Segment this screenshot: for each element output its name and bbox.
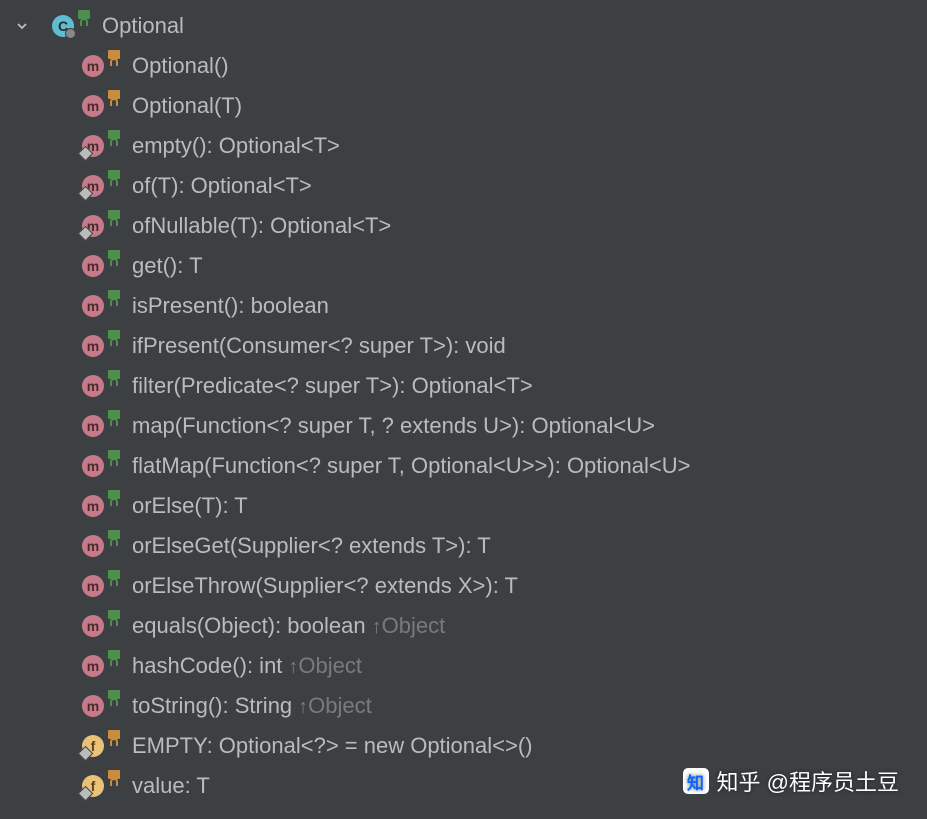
tree-root-row[interactable]: C Optional — [0, 6, 927, 46]
method-icon: m — [82, 255, 104, 277]
class-name: Optional — [102, 13, 184, 39]
member-signature: orElseThrow(Supplier<? extends X>): T — [132, 573, 518, 599]
method-icon: m — [82, 415, 104, 437]
member-signature: map(Function<? super T, ? extends U>): O… — [132, 413, 655, 439]
member-row[interactable]: m Optional(T) — [0, 86, 927, 126]
method-icon: m — [82, 575, 104, 597]
member-row[interactable]: m map(Function<? super T, ? extends U>): … — [0, 406, 927, 446]
member-signature: empty(): Optional<T> — [132, 133, 340, 159]
lock-icon — [108, 579, 120, 593]
member-signature: orElse(T): T — [132, 493, 248, 519]
field-icon: f — [82, 735, 104, 757]
member-row[interactable]: m get(): T — [0, 246, 927, 286]
inherited-from: ↑Object — [288, 653, 362, 679]
chevron-down-icon[interactable] — [14, 18, 30, 34]
member-signature: orElseGet(Supplier<? extends T>): T — [132, 533, 491, 559]
method-icon: m — [82, 455, 104, 477]
member-row[interactable]: m filter(Predicate<? super T>): Optional<… — [0, 366, 927, 406]
method-icon: m — [82, 695, 104, 717]
member-signature: EMPTY: Optional<?> = new Optional<>() — [132, 733, 533, 759]
method-icon: m — [82, 375, 104, 397]
member-signature: Optional() — [132, 53, 229, 79]
lock-icon — [108, 379, 120, 393]
member-row[interactable]: m Optional() — [0, 46, 927, 86]
member-row[interactable]: m ofNullable(T): Optional<T> — [0, 206, 927, 246]
member-row[interactable]: m orElse(T): T — [0, 486, 927, 526]
member-signature: ifPresent(Consumer<? super T>): void — [132, 333, 506, 359]
lock-icon — [108, 99, 120, 113]
watermark: 知 知乎 @程序员土豆 — [683, 765, 899, 797]
member-signature: isPresent(): boolean — [132, 293, 329, 319]
lock-icon — [108, 299, 120, 313]
method-icon: m — [82, 655, 104, 677]
member-signature: ofNullable(T): Optional<T> — [132, 213, 391, 239]
lock-icon — [108, 219, 120, 233]
member-row[interactable]: m equals(Object): boolean↑Object — [0, 606, 927, 646]
method-icon: m — [82, 215, 104, 237]
lock-icon — [108, 139, 120, 153]
class-icon: C — [52, 15, 74, 37]
member-signature: hashCode(): int — [132, 653, 282, 679]
member-signature: Optional(T) — [132, 93, 242, 119]
lock-icon — [108, 779, 120, 793]
lock-icon — [108, 499, 120, 513]
member-row[interactable]: m flatMap(Function<? super T, Optional<U>… — [0, 446, 927, 486]
lock-icon — [108, 539, 120, 553]
lock-icon — [108, 459, 120, 473]
member-signature: filter(Predicate<? super T>): Optional<T… — [132, 373, 533, 399]
lock-icon — [108, 739, 120, 753]
lock-icon — [108, 259, 120, 273]
lock-icon — [108, 659, 120, 673]
method-icon: m — [82, 615, 104, 637]
member-row[interactable]: m hashCode(): int↑Object — [0, 646, 927, 686]
structure-tree: C Optional m Optional() m Optional(T) m empty… — [0, 0, 927, 806]
lock-icon — [108, 59, 120, 73]
method-icon: m — [82, 175, 104, 197]
method-icon: m — [82, 55, 104, 77]
method-icon: m — [82, 495, 104, 517]
zhihu-logo-icon: 知 — [683, 768, 709, 794]
member-row[interactable]: m ifPresent(Consumer<? super T>): void — [0, 326, 927, 366]
lock-icon — [108, 339, 120, 353]
member-row[interactable]: m empty(): Optional<T> — [0, 126, 927, 166]
member-signature: get(): T — [132, 253, 203, 279]
lock-icon — [78, 19, 90, 33]
member-row[interactable]: m of(T): Optional<T> — [0, 166, 927, 206]
method-icon: m — [82, 335, 104, 357]
member-signature: value: T — [132, 773, 210, 799]
member-signature: flatMap(Function<? super T, Optional<U>>… — [132, 453, 690, 479]
inherited-from: ↑Object — [372, 613, 446, 639]
member-row[interactable]: m orElseGet(Supplier<? extends T>): T — [0, 526, 927, 566]
lock-icon — [108, 419, 120, 433]
member-signature: equals(Object): boolean — [132, 613, 366, 639]
method-icon: m — [82, 135, 104, 157]
inherited-from: ↑Object — [298, 693, 372, 719]
lock-icon — [108, 699, 120, 713]
member-signature: of(T): Optional<T> — [132, 173, 312, 199]
member-signature: toString(): String — [132, 693, 292, 719]
lock-icon — [108, 179, 120, 193]
method-icon: m — [82, 535, 104, 557]
member-row[interactable]: m toString(): String↑Object — [0, 686, 927, 726]
member-row[interactable]: m isPresent(): boolean — [0, 286, 927, 326]
lock-icon — [108, 619, 120, 633]
method-icon: m — [82, 95, 104, 117]
member-row[interactable]: f EMPTY: Optional<?> = new Optional<>() — [0, 726, 927, 766]
watermark-text: 知乎 @程序员土豆 — [717, 765, 899, 797]
field-icon: f — [82, 775, 104, 797]
method-icon: m — [82, 295, 104, 317]
member-row[interactable]: m orElseThrow(Supplier<? extends X>): T — [0, 566, 927, 606]
